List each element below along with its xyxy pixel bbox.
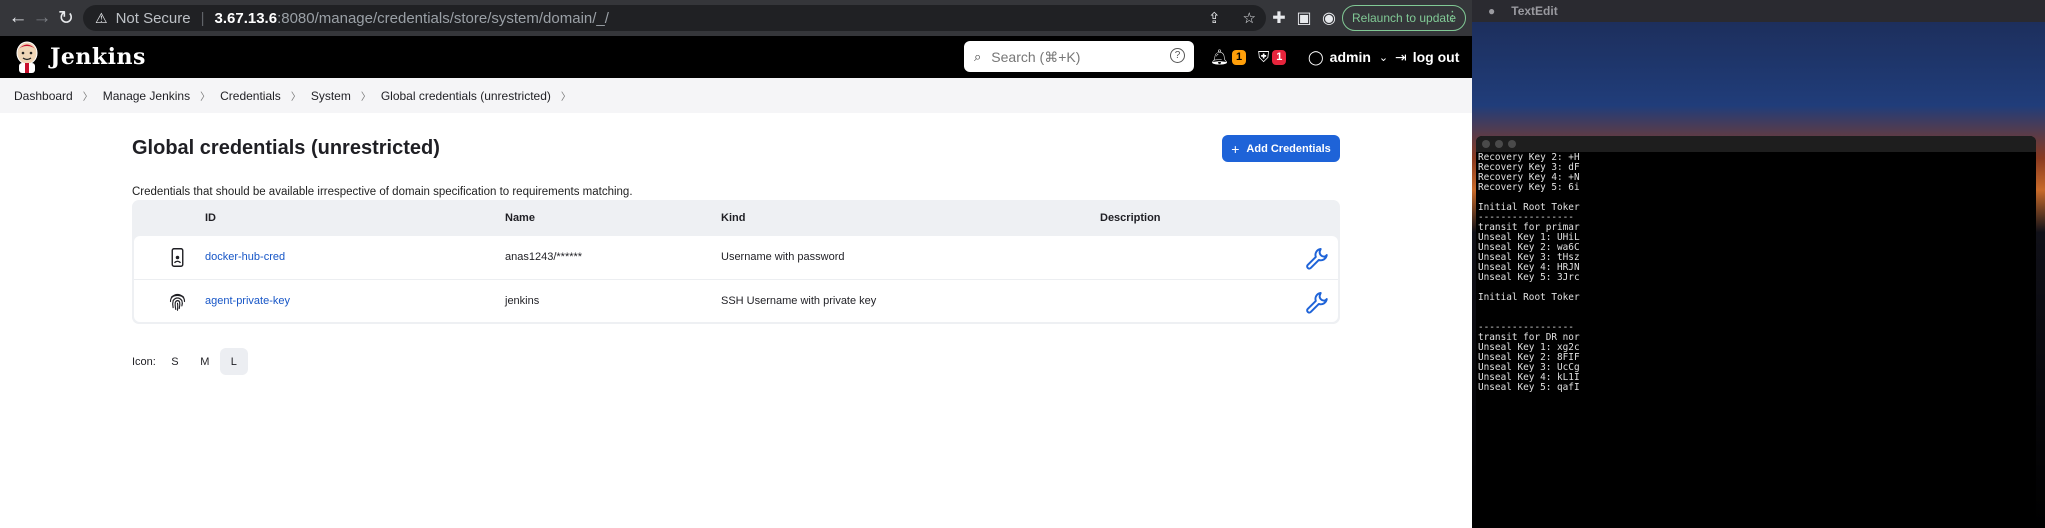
breadcrumb-system[interactable]: System (311, 89, 351, 103)
search-help-icon[interactable]: ? (1170, 48, 1185, 63)
not-secure-label: Not Secure (115, 9, 191, 27)
search-icon: ⌕ (974, 48, 982, 64)
wrench-icon[interactable] (1304, 288, 1330, 314)
extensions-icon[interactable]: ✚ (1268, 0, 1290, 36)
url-path: :8080/manage/credentials/store/system/do… (277, 9, 609, 27)
icon-size-label: Icon: (132, 355, 156, 368)
browser-toolbar: ← → ↻ ⚠ Not Secure | 3.67.13.6 :8080/man… (0, 0, 1472, 36)
jenkins-header: Jenkins ⌕ ? 🔔︎ 1 ⛨ 1 ◯ admin ⌄ ⇥ (0, 36, 1472, 78)
jenkins-page: Jenkins ⌕ ? 🔔︎ 1 ⛨ 1 ◯ admin ⌄ ⇥ (0, 36, 1472, 528)
relaunch-label: Relaunch to update (1352, 11, 1457, 25)
credentials-table: ID Name Kind Description docker-hub-cred… (132, 200, 1340, 324)
window-minimize-icon[interactable] (1495, 140, 1503, 148)
user-name: admin (1329, 49, 1371, 65)
security-button[interactable]: ⛨ 1 (1258, 38, 1287, 76)
warning-icon: ⚠ (95, 9, 108, 26)
jenkins-home-link[interactable]: Jenkins (14, 40, 146, 74)
relaunch-button[interactable]: Relaunch to update ⋮ (1342, 5, 1466, 31)
share-icon[interactable]: ⇪ (1208, 9, 1221, 27)
shield-icon: ⛨ (1258, 48, 1270, 66)
omnibox-actions: ⇪ ☆ (1208, 5, 1266, 31)
desktop-strip: ● TextEdit Recovery Key 2: +H Recovery K… (1472, 0, 2045, 528)
search-input[interactable] (991, 48, 1152, 65)
profile-avatar-icon[interactable]: ◉ (1318, 0, 1340, 36)
chevron-down-icon: ⌄ (1378, 51, 1389, 64)
apple-icon[interactable]: ● (1488, 4, 1495, 18)
icon-size-selector: Icon: S M L (132, 348, 248, 375)
menu-bar: ● TextEdit (1472, 0, 2045, 22)
breadcrumb-manage-jenkins[interactable]: Manage Jenkins (103, 89, 190, 103)
breadcrumb-dashboard[interactable]: Dashboard (14, 89, 73, 103)
url-separator: | (200, 9, 205, 27)
logout-label: log out (1412, 49, 1460, 65)
page-description: Credentials that should be available irr… (132, 186, 633, 198)
column-header-description[interactable]: Description (1100, 212, 1161, 224)
security-badge: 1 (1272, 49, 1287, 65)
url-host: 3.67.13.6 (214, 9, 278, 27)
plus-icon: + (1231, 140, 1240, 157)
column-header-id[interactable]: ID (205, 212, 216, 224)
breadcrumb-global-credentials[interactable]: Global credentials (unrestricted) (381, 89, 551, 103)
chevron-right-icon: 〉 (290, 92, 301, 103)
search-box[interactable]: ⌕ ? (964, 41, 1194, 72)
table-row: agent-private-key jenkins SSH Username w… (134, 279, 1338, 322)
side-panel-icon[interactable]: ▣ (1293, 0, 1315, 36)
terminal-window: Recovery Key 2: +H Recovery Key 3: dF Re… (1476, 136, 2036, 528)
chevron-right-icon: 〉 (560, 92, 571, 103)
add-credentials-button[interactable]: + Add Credentials (1222, 135, 1340, 162)
breadcrumb-credentials[interactable]: Credentials (220, 89, 281, 103)
main-content: Global credentials (unrestricted) + Add … (132, 113, 1340, 491)
browser-window: ← → ↻ ⚠ Not Secure | 3.67.13.6 :8080/man… (0, 0, 1472, 528)
jenkins-logo-icon (16, 41, 38, 73)
notifications-badge: 1 (1232, 49, 1247, 65)
reload-icon[interactable]: ↻ (52, 0, 80, 36)
app-menu-textedit[interactable]: TextEdit (1511, 4, 1557, 18)
notifications-button[interactable]: 🔔︎ 1 (1210, 38, 1247, 76)
window-close-icon[interactable] (1482, 140, 1490, 148)
more-menu-icon[interactable]: ⋮ (1446, 8, 1459, 24)
logout-button[interactable]: ⇥ log out (1395, 38, 1459, 76)
bell-icon: 🔔︎ (1210, 49, 1230, 66)
table-row: docker-hub-cred anas1243/****** Username… (134, 236, 1338, 279)
logout-icon: ⇥ (1395, 48, 1407, 65)
credential-id-link[interactable]: docker-hub-cred (205, 251, 285, 263)
mobile-icon (171, 248, 184, 267)
breadcrumb: Dashboard 〉 Manage Jenkins 〉 Credentials… (0, 78, 1472, 113)
chevron-right-icon: 〉 (82, 92, 93, 103)
table-header: ID Name Kind Description (134, 200, 1338, 236)
wrench-icon[interactable] (1304, 244, 1330, 270)
credential-kind: Username with password (721, 251, 845, 263)
terminal-text: Recovery Key 2: +H Recovery Key 3: dF Re… (1478, 152, 1580, 393)
chevron-right-icon: 〉 (200, 92, 211, 103)
column-header-kind[interactable]: Kind (721, 212, 745, 224)
add-credentials-label: Add Credentials (1246, 142, 1331, 155)
credential-name: anas1243/****** (505, 251, 583, 263)
credential-name: jenkins (505, 295, 540, 307)
icon-size-large[interactable]: L (219, 348, 248, 375)
table-body: docker-hub-cred anas1243/****** Username… (134, 236, 1338, 322)
credential-id-link[interactable]: agent-private-key (205, 295, 290, 307)
user-icon: ◯ (1308, 48, 1324, 65)
brand-name: Jenkins (50, 44, 146, 70)
chevron-right-icon: 〉 (360, 92, 371, 103)
icon-size-small[interactable]: S (160, 348, 190, 375)
fingerprint-icon (169, 293, 186, 311)
icon-size-medium[interactable]: M (190, 348, 220, 375)
page-title: Global credentials (unrestricted) (132, 137, 440, 159)
window-zoom-icon[interactable] (1508, 140, 1516, 148)
address-bar[interactable]: ⚠ Not Secure | 3.67.13.6 :8080/manage/cr… (83, 5, 1266, 31)
credential-kind: SSH Username with private key (721, 295, 877, 307)
user-menu[interactable]: ◯ admin ⌄ (1308, 38, 1388, 76)
terminal-titlebar (1476, 136, 2036, 152)
bookmark-star-icon[interactable]: ☆ (1243, 9, 1256, 27)
column-header-name[interactable]: Name (505, 212, 535, 224)
